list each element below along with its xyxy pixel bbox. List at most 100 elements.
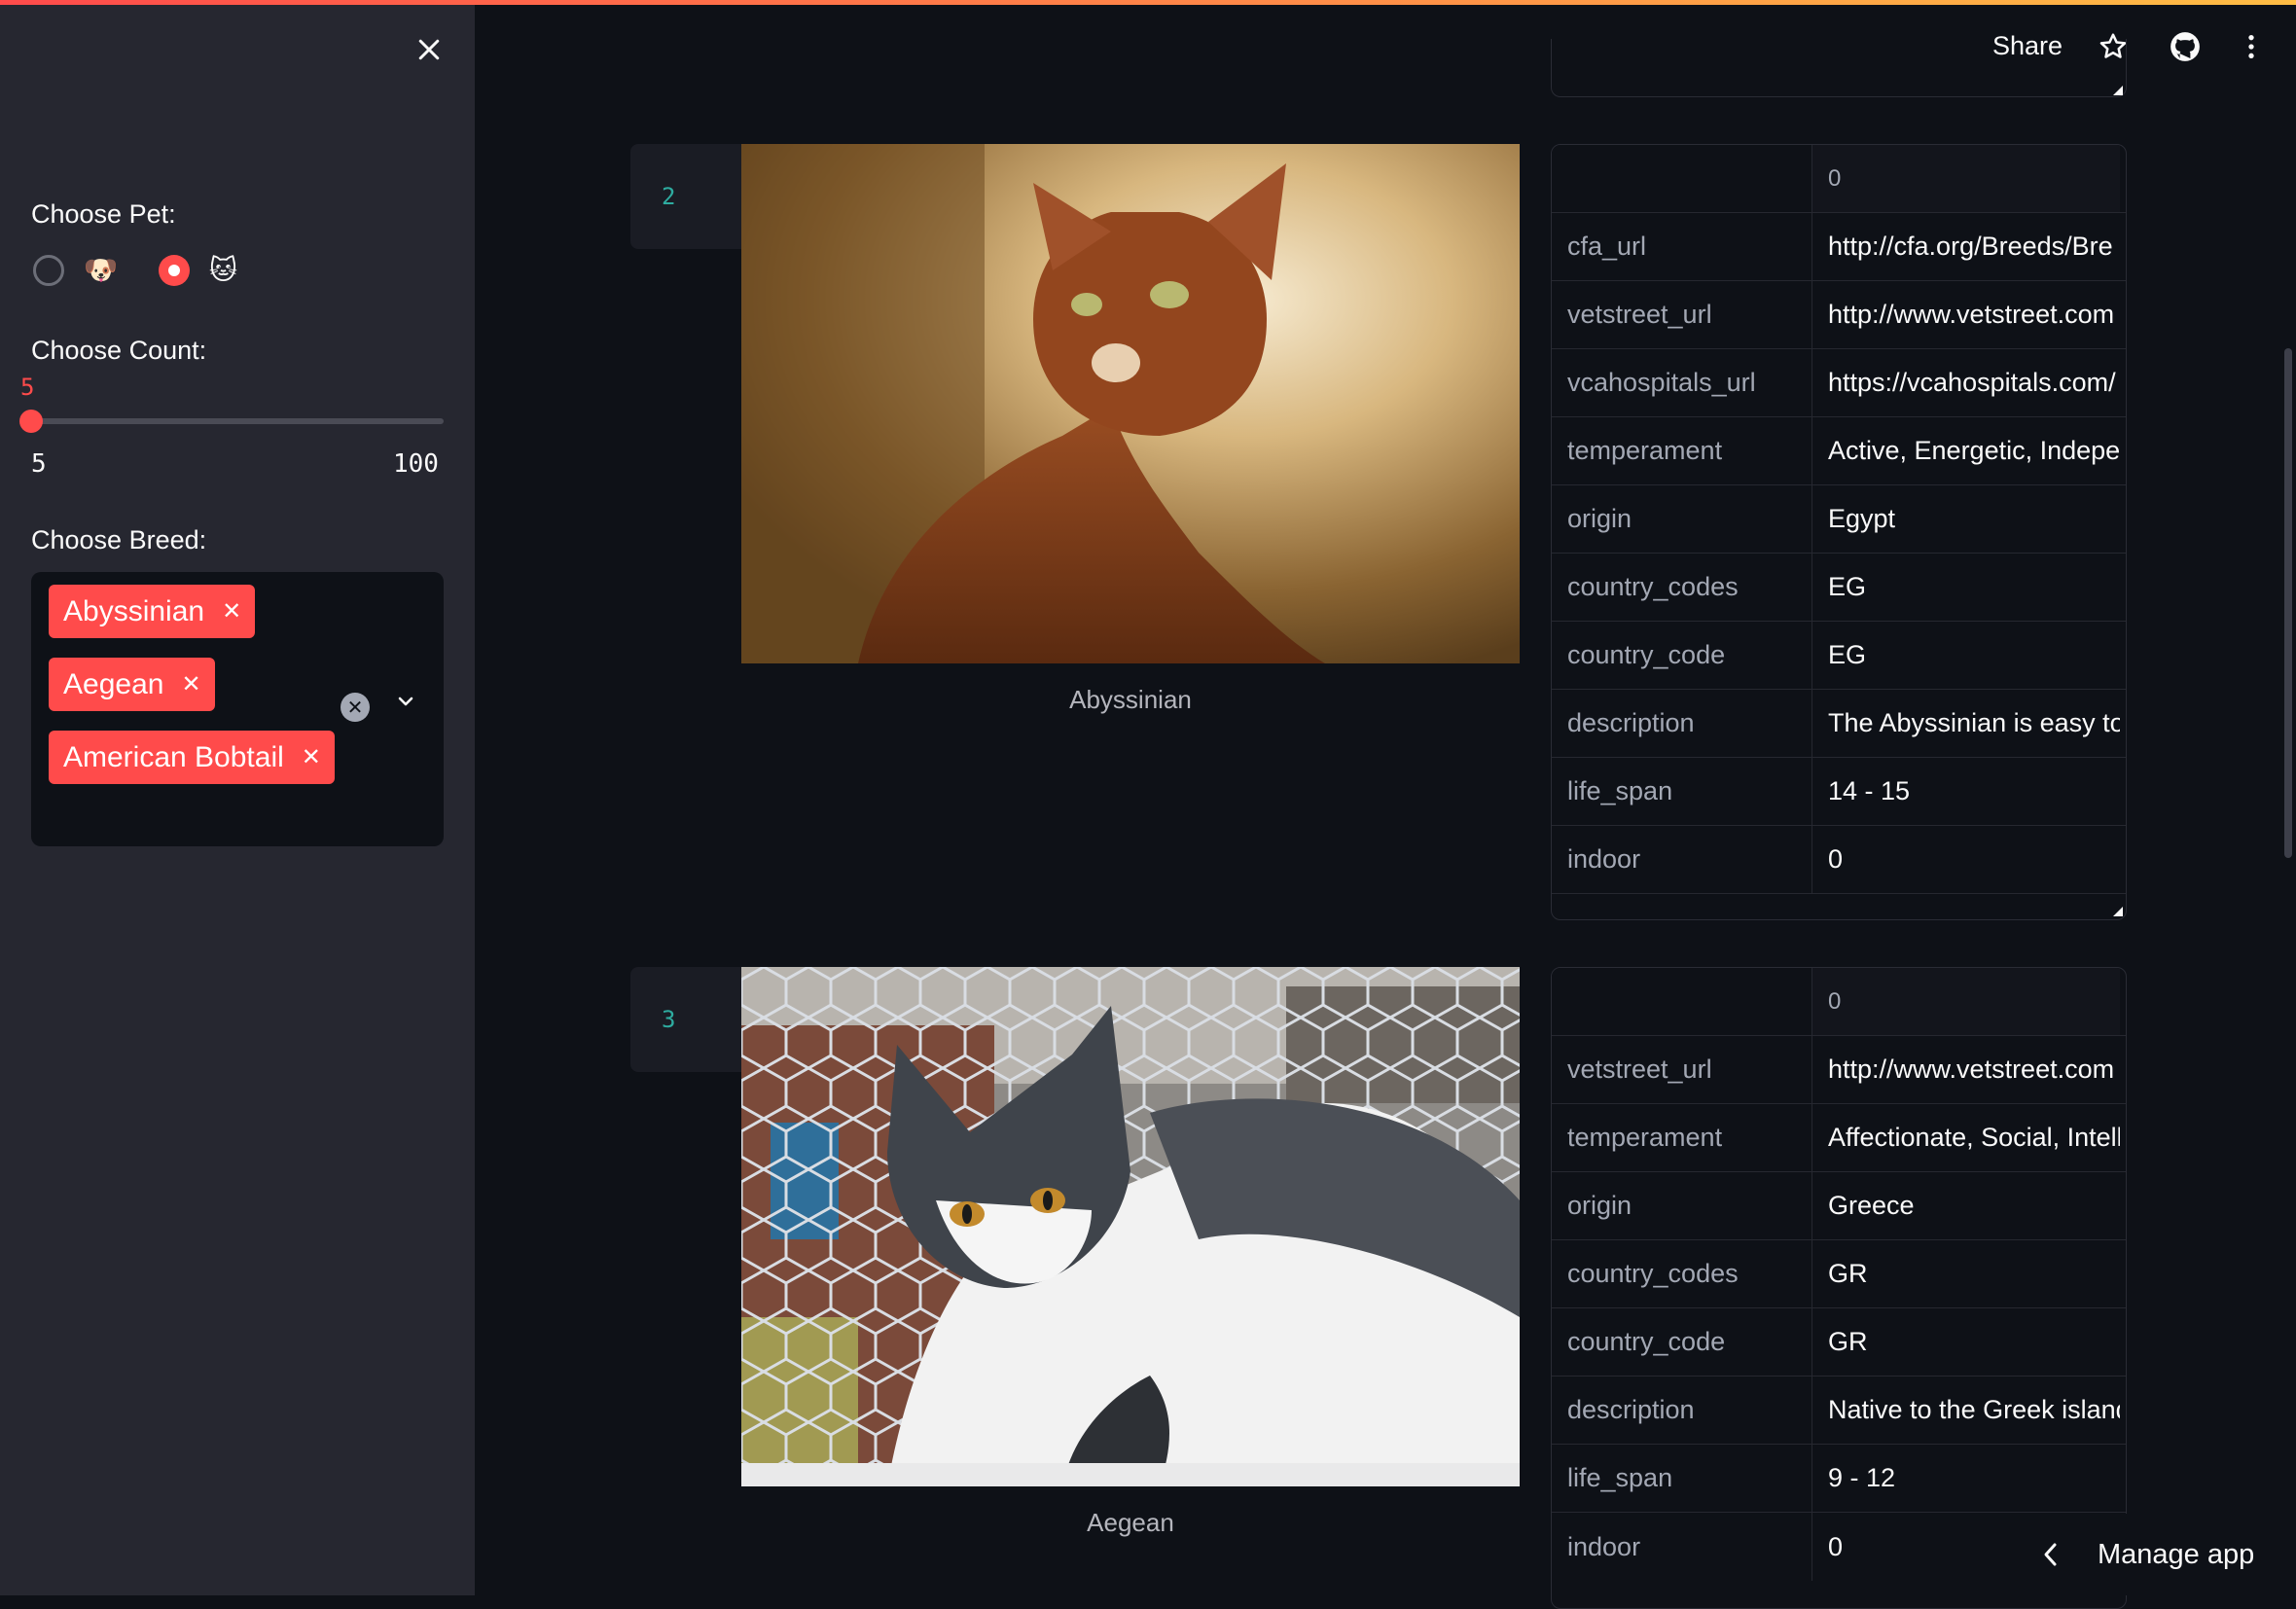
table-row: cfa_url http://cfa.org/Breeds/Bre xyxy=(1552,213,2126,281)
chevron-down-icon[interactable] xyxy=(391,687,420,716)
row-value[interactable]: http://www.vetstreet.com xyxy=(1812,1036,2120,1103)
row-key: vetstreet_url xyxy=(1552,1036,1812,1103)
breed-tag-label: Aegean xyxy=(63,667,164,700)
resize-handle-icon[interactable] xyxy=(2113,86,2123,95)
table-row: origin Egypt xyxy=(1552,485,2126,554)
table-row: country_codes GR xyxy=(1552,1240,2126,1308)
dog-icon: 🐶 xyxy=(84,255,118,285)
row-value[interactable]: Affectionate, Social, Intell xyxy=(1812,1104,2120,1171)
remove-tag-icon[interactable]: ✕ xyxy=(181,670,200,698)
count-label: Choose Count: xyxy=(31,336,207,365)
row-value[interactable]: EG xyxy=(1812,554,2120,621)
row-value[interactable]: 9 - 12 xyxy=(1812,1445,2120,1512)
pet-label: Choose Pet: xyxy=(31,199,176,229)
row-value[interactable]: http://cfa.org/Breeds/Bre xyxy=(1812,213,2120,280)
row-key: description xyxy=(1552,690,1812,757)
breed-label: Choose Breed: xyxy=(31,525,207,554)
cat-icon: 🐱 xyxy=(208,255,238,285)
row-value[interactable]: EG xyxy=(1812,622,2120,689)
row-key: life_span xyxy=(1552,758,1812,825)
table-row: life_span 14 - 15 xyxy=(1552,758,2126,826)
table-corner xyxy=(1552,145,1812,212)
slider-current-value: 5 xyxy=(20,374,35,401)
breed-tag: Aegean ✕ xyxy=(49,658,215,711)
image-caption: Abyssinian xyxy=(1069,685,1192,714)
row-key: description xyxy=(1552,1377,1812,1444)
row-key: origin xyxy=(1552,485,1812,553)
pet-radio-cat[interactable] xyxy=(158,255,190,286)
row-key: country_codes xyxy=(1552,554,1812,621)
table-row: indoor 0 xyxy=(1552,826,2126,894)
row-key: temperament xyxy=(1552,417,1812,484)
row-key: indoor xyxy=(1552,1513,1812,1581)
column-header[interactable]: 0 xyxy=(1812,968,2120,1035)
count-slider-track[interactable] xyxy=(31,418,444,424)
breed-tag-label: American Bobtail xyxy=(63,740,284,773)
row-value[interactable]: https://vcahospitals.com/ xyxy=(1812,349,2120,416)
pet-radio-group: 🐶 🐱 xyxy=(33,255,278,286)
table-row: life_span 9 - 12 xyxy=(1552,1445,2126,1513)
breed-tag: American Bobtail ✕ xyxy=(49,731,335,784)
row-key: life_span xyxy=(1552,1445,1812,1512)
table-row: vetstreet_url http://www.vetstreet.com xyxy=(1552,281,2126,349)
row-index: 3 xyxy=(630,967,743,1072)
row-value[interactable]: http://www.vetstreet.com xyxy=(1812,281,2120,348)
table-row: country_codes EG xyxy=(1552,554,2126,622)
row-value[interactable]: GR xyxy=(1812,1308,2120,1376)
row-value[interactable]: 14 - 15 xyxy=(1812,758,2120,825)
breed-multiselect[interactable]: Abyssinian ✕ Aegean ✕ American Bobtail ✕… xyxy=(31,572,444,846)
row-value[interactable]: Active, Energetic, Indeper xyxy=(1812,417,2120,484)
row-key: indoor xyxy=(1552,826,1812,893)
cat-photo-abyssinian xyxy=(741,144,1520,663)
cat-photo-aegean xyxy=(741,967,1520,1486)
header-decoration-bar xyxy=(0,0,2296,5)
count-slider-thumb[interactable] xyxy=(19,410,43,433)
manage-app-label: Manage app xyxy=(2098,1538,2255,1570)
breed-details-table[interactable]: 0 cfa_url http://cfa.org/Breeds/Bre vetst… xyxy=(1551,144,2127,920)
pet-radio-dog[interactable] xyxy=(33,255,64,286)
image-caption: Aegean xyxy=(1087,1508,1174,1537)
row-value[interactable]: Native to the Greek island xyxy=(1812,1377,2120,1444)
breed-details-table[interactable]: 0 vetstreet_url http://www.vetstreet.com … xyxy=(1551,967,2127,1609)
table-row: description Native to the Greek island xyxy=(1552,1377,2126,1445)
row-key: cfa_url xyxy=(1552,213,1812,280)
table-row: temperament Affectionate, Social, Intell xyxy=(1552,1104,2126,1172)
close-icon xyxy=(418,39,440,60)
row-key: temperament xyxy=(1552,1104,1812,1171)
chevron-left-icon xyxy=(2044,1543,2057,1566)
table-row: temperament Active, Energetic, Indeper xyxy=(1552,417,2126,485)
previous-table-edge xyxy=(1551,39,2127,97)
table-corner xyxy=(1552,968,1812,1035)
table-row: description The Abyssinian is easy to c xyxy=(1552,690,2126,758)
slider-max-label: 100 xyxy=(393,449,439,479)
row-key: country_code xyxy=(1552,1308,1812,1376)
table-row: vetstreet_url http://www.vetstreet.com xyxy=(1552,1036,2126,1104)
resize-handle-icon[interactable] xyxy=(2113,907,2123,916)
row-key: origin xyxy=(1552,1172,1812,1239)
slider-min-label: 5 xyxy=(31,449,47,479)
row-value[interactable]: The Abyssinian is easy to c xyxy=(1812,690,2120,757)
manage-app-button[interactable]: Manage app xyxy=(2000,1514,2296,1595)
table-row: country_code GR xyxy=(1552,1308,2126,1377)
row-value[interactable]: Egypt xyxy=(1812,485,2120,553)
row-value[interactable]: GR xyxy=(1812,1240,2120,1307)
table-row: country_code EG xyxy=(1552,622,2126,690)
column-header[interactable]: 0 xyxy=(1812,145,2120,212)
row-key: vetstreet_url xyxy=(1552,281,1812,348)
breed-tag-label: Abyssinian xyxy=(63,594,205,627)
row-value[interactable]: 0 xyxy=(1812,826,2120,893)
row-value[interactable]: Greece xyxy=(1812,1172,2120,1239)
close-sidebar-button[interactable] xyxy=(407,27,451,72)
row-key: vcahospitals_url xyxy=(1552,349,1812,416)
table-row: origin Greece xyxy=(1552,1172,2126,1240)
row-index: 2 xyxy=(630,144,743,249)
breed-tag: Abyssinian ✕ xyxy=(49,585,256,638)
row-key: country_code xyxy=(1552,622,1812,689)
main-scrollbar[interactable] xyxy=(2284,348,2292,858)
more-vert-icon[interactable] xyxy=(2234,29,2269,64)
sidebar: Choose Pet: 🐶 🐱 Choose Count: 5 5 100 Ch… xyxy=(0,0,475,1595)
remove-tag-icon[interactable]: ✕ xyxy=(302,743,321,771)
github-icon[interactable] xyxy=(2168,29,2203,64)
remove-tag-icon[interactable]: ✕ xyxy=(222,597,241,626)
clear-all-icon[interactable]: ✕ xyxy=(341,693,370,722)
